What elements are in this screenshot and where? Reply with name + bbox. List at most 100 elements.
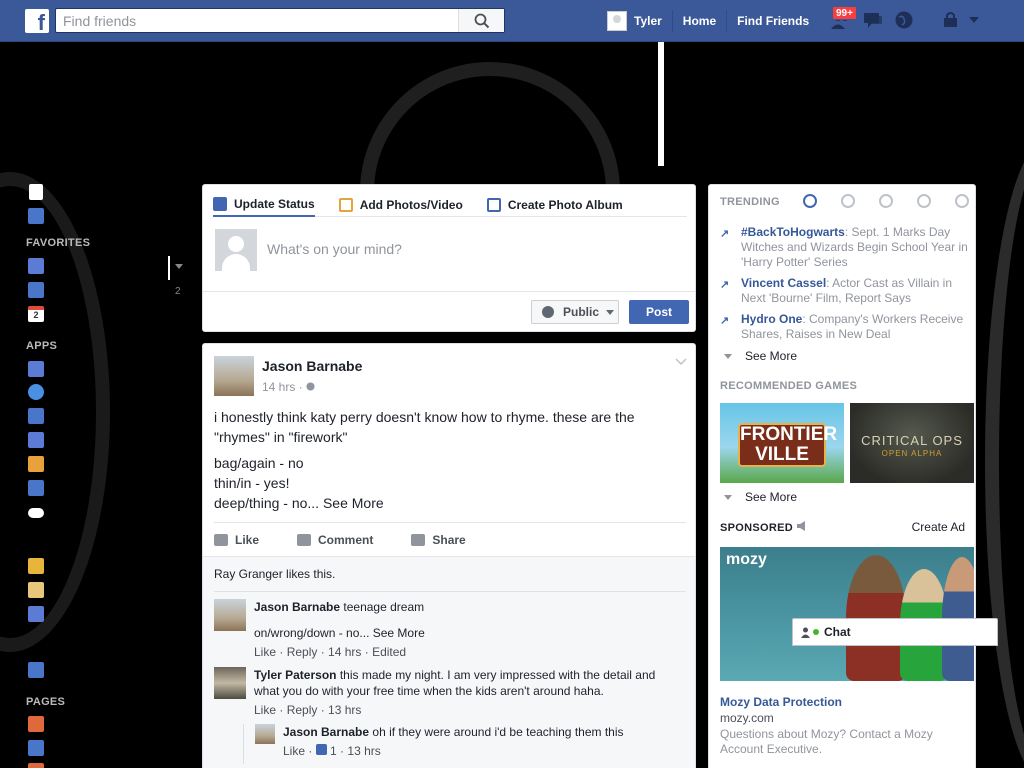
privacy-shortcuts-icon[interactable] [940,10,962,30]
trending-topic[interactable]: #BackToHogwarts [741,225,845,239]
find-friends-link[interactable]: Find Friends [727,10,819,32]
comment-like-link[interactable]: Like [283,744,305,758]
thumbs-up-icon [214,533,228,546]
user-avatar[interactable] [607,11,627,31]
post-text: i honestly think katy perry doesn't know… [214,409,635,445]
composer-avatar [215,229,257,271]
events-calendar-icon[interactable]: 2 [28,306,44,322]
rss-feed-icon[interactable] [28,662,44,678]
search-button[interactable] [458,9,504,32]
trending-arrow-icon: ↗ [720,279,730,291]
home-link[interactable]: Home [673,10,728,32]
trending-item[interactable]: ↗ Vincent Cassel: Actor Cast as Villain … [720,276,970,306]
groups-icon[interactable] [28,432,44,448]
privacy-selector[interactable]: Public [531,300,619,324]
likes-summary[interactable]: Ray Granger likes this. [214,567,335,581]
globe-icon [542,306,554,318]
comment-time[interactable]: 13 hrs [347,744,380,758]
profile-avatar-icon[interactable] [29,184,43,200]
messages-icon[interactable] [28,282,44,298]
commenter-name[interactable]: Tyler Paterson [254,668,336,682]
trending-top-icon[interactable] [803,194,817,208]
trending-see-more[interactable]: See More [720,349,797,363]
chat-bar[interactable]: Chat [792,618,998,646]
trending-topic[interactable]: Vincent Cassel [741,276,826,290]
page-icon[interactable] [28,763,44,768]
create-ad-link[interactable]: Create Ad [912,520,965,534]
comment-item: Tyler Paterson this made my night. I am … [214,667,684,717]
game-frontierville[interactable]: FRONTIER VILLE [720,403,844,483]
like-pages-icon[interactable] [28,740,44,756]
tab-add-photos-video[interactable]: Add Photos/Video [338,193,463,217]
top-nav: Tyler Home Find Friends [607,0,819,42]
saved-bookmark-icon[interactable] [28,408,44,424]
photos-icon[interactable] [28,456,44,472]
starred-icon[interactable] [28,558,44,574]
politics-icon[interactable] [841,194,855,208]
game-title: FRONTIER VILLE [738,423,838,467]
like-button[interactable]: Like [214,533,259,547]
author-name[interactable]: Jason Barnabe [262,358,362,374]
caret-down-icon [606,309,615,315]
apps-header: APPS [26,340,58,352]
commenter-name[interactable]: Jason Barnabe [283,725,369,739]
ad-description: Questions about Mozy? Contact a Mozy Acc… [720,727,933,756]
tab-create-photo-album[interactable]: Create Photo Album [486,193,623,217]
search-input[interactable] [56,9,456,32]
commenter-avatar[interactable] [255,724,275,744]
commenter-name[interactable]: Jason Barnabe [254,600,340,614]
edit-profile-icon[interactable] [28,208,44,224]
comment-like-count[interactable]: 1 [330,744,337,758]
sports-icon[interactable] [917,194,931,208]
post-button[interactable]: Post [629,300,689,324]
comment-time[interactable]: 14 hrs [328,645,361,659]
commenter-avatar[interactable] [214,599,246,631]
messages-icon[interactable] [862,10,884,30]
on-this-day-icon[interactable] [28,384,44,400]
comment-button[interactable]: Comment [297,533,373,547]
app-grid-icon[interactable] [28,361,44,377]
story-options-chevron-down-icon[interactable] [675,358,687,366]
trending-header: TRENDING [720,196,780,208]
post-time[interactable]: 14 hrs · [262,380,315,394]
comment-time[interactable]: 13 hrs [328,703,361,717]
comment-like-link[interactable]: Like [254,645,276,659]
profile-link[interactable]: Tyler [634,10,673,32]
games-controller-icon[interactable] [28,508,44,518]
pages-feed-icon[interactable] [28,582,44,598]
account-menu-chevron-down-icon[interactable] [968,16,980,26]
ad-url[interactable]: mozy.com [720,711,774,725]
ad-title[interactable]: Mozy Data Protection [720,695,842,709]
author-avatar[interactable] [214,356,254,396]
see-more-link[interactable]: See More [373,626,425,640]
favorites-chevron-down-icon[interactable] [175,264,183,270]
entertainment-icon[interactable] [955,194,969,208]
person-icon [801,627,810,638]
notifications-globe-icon[interactable] [893,10,915,30]
game-critical-ops[interactable]: CRITICAL OPS OPEN ALPHA [850,403,974,483]
see-more-link[interactable]: See More [323,495,384,511]
science-tech-icon[interactable] [879,194,893,208]
comments-area: Ray Granger likes this. Jason Barnabe te… [203,556,695,768]
comment-reply-link[interactable]: Reply [287,645,318,659]
comment-like-link[interactable]: Like [254,703,276,717]
facebook-logo-icon[interactable]: f [25,9,49,33]
page-flag-icon[interactable] [28,716,44,732]
share-button[interactable]: Share [411,533,466,547]
comment-reply-link[interactable]: Reply [287,703,318,717]
find-friends-icon[interactable] [28,480,44,496]
news-feed-icon[interactable] [28,258,44,274]
trending-item[interactable]: ↗ Hydro One: Company's Workers Receive S… [720,312,970,342]
trending-item[interactable]: ↗ #BackToHogwarts: Sept. 1 Marks Day Wit… [720,225,970,270]
status-input[interactable] [267,241,647,257]
search-box [55,8,505,33]
ad-image[interactable]: mozy [720,547,974,681]
app-center-icon[interactable] [28,606,44,622]
caret-down-icon [724,494,732,500]
commenter-avatar[interactable] [214,667,246,699]
globe-icon [306,382,315,391]
games-see-more[interactable]: See More [720,490,797,504]
tab-update-status[interactable]: Update Status [213,193,315,217]
tab-label: Update Status [234,197,315,211]
trending-topic[interactable]: Hydro One [741,312,802,326]
